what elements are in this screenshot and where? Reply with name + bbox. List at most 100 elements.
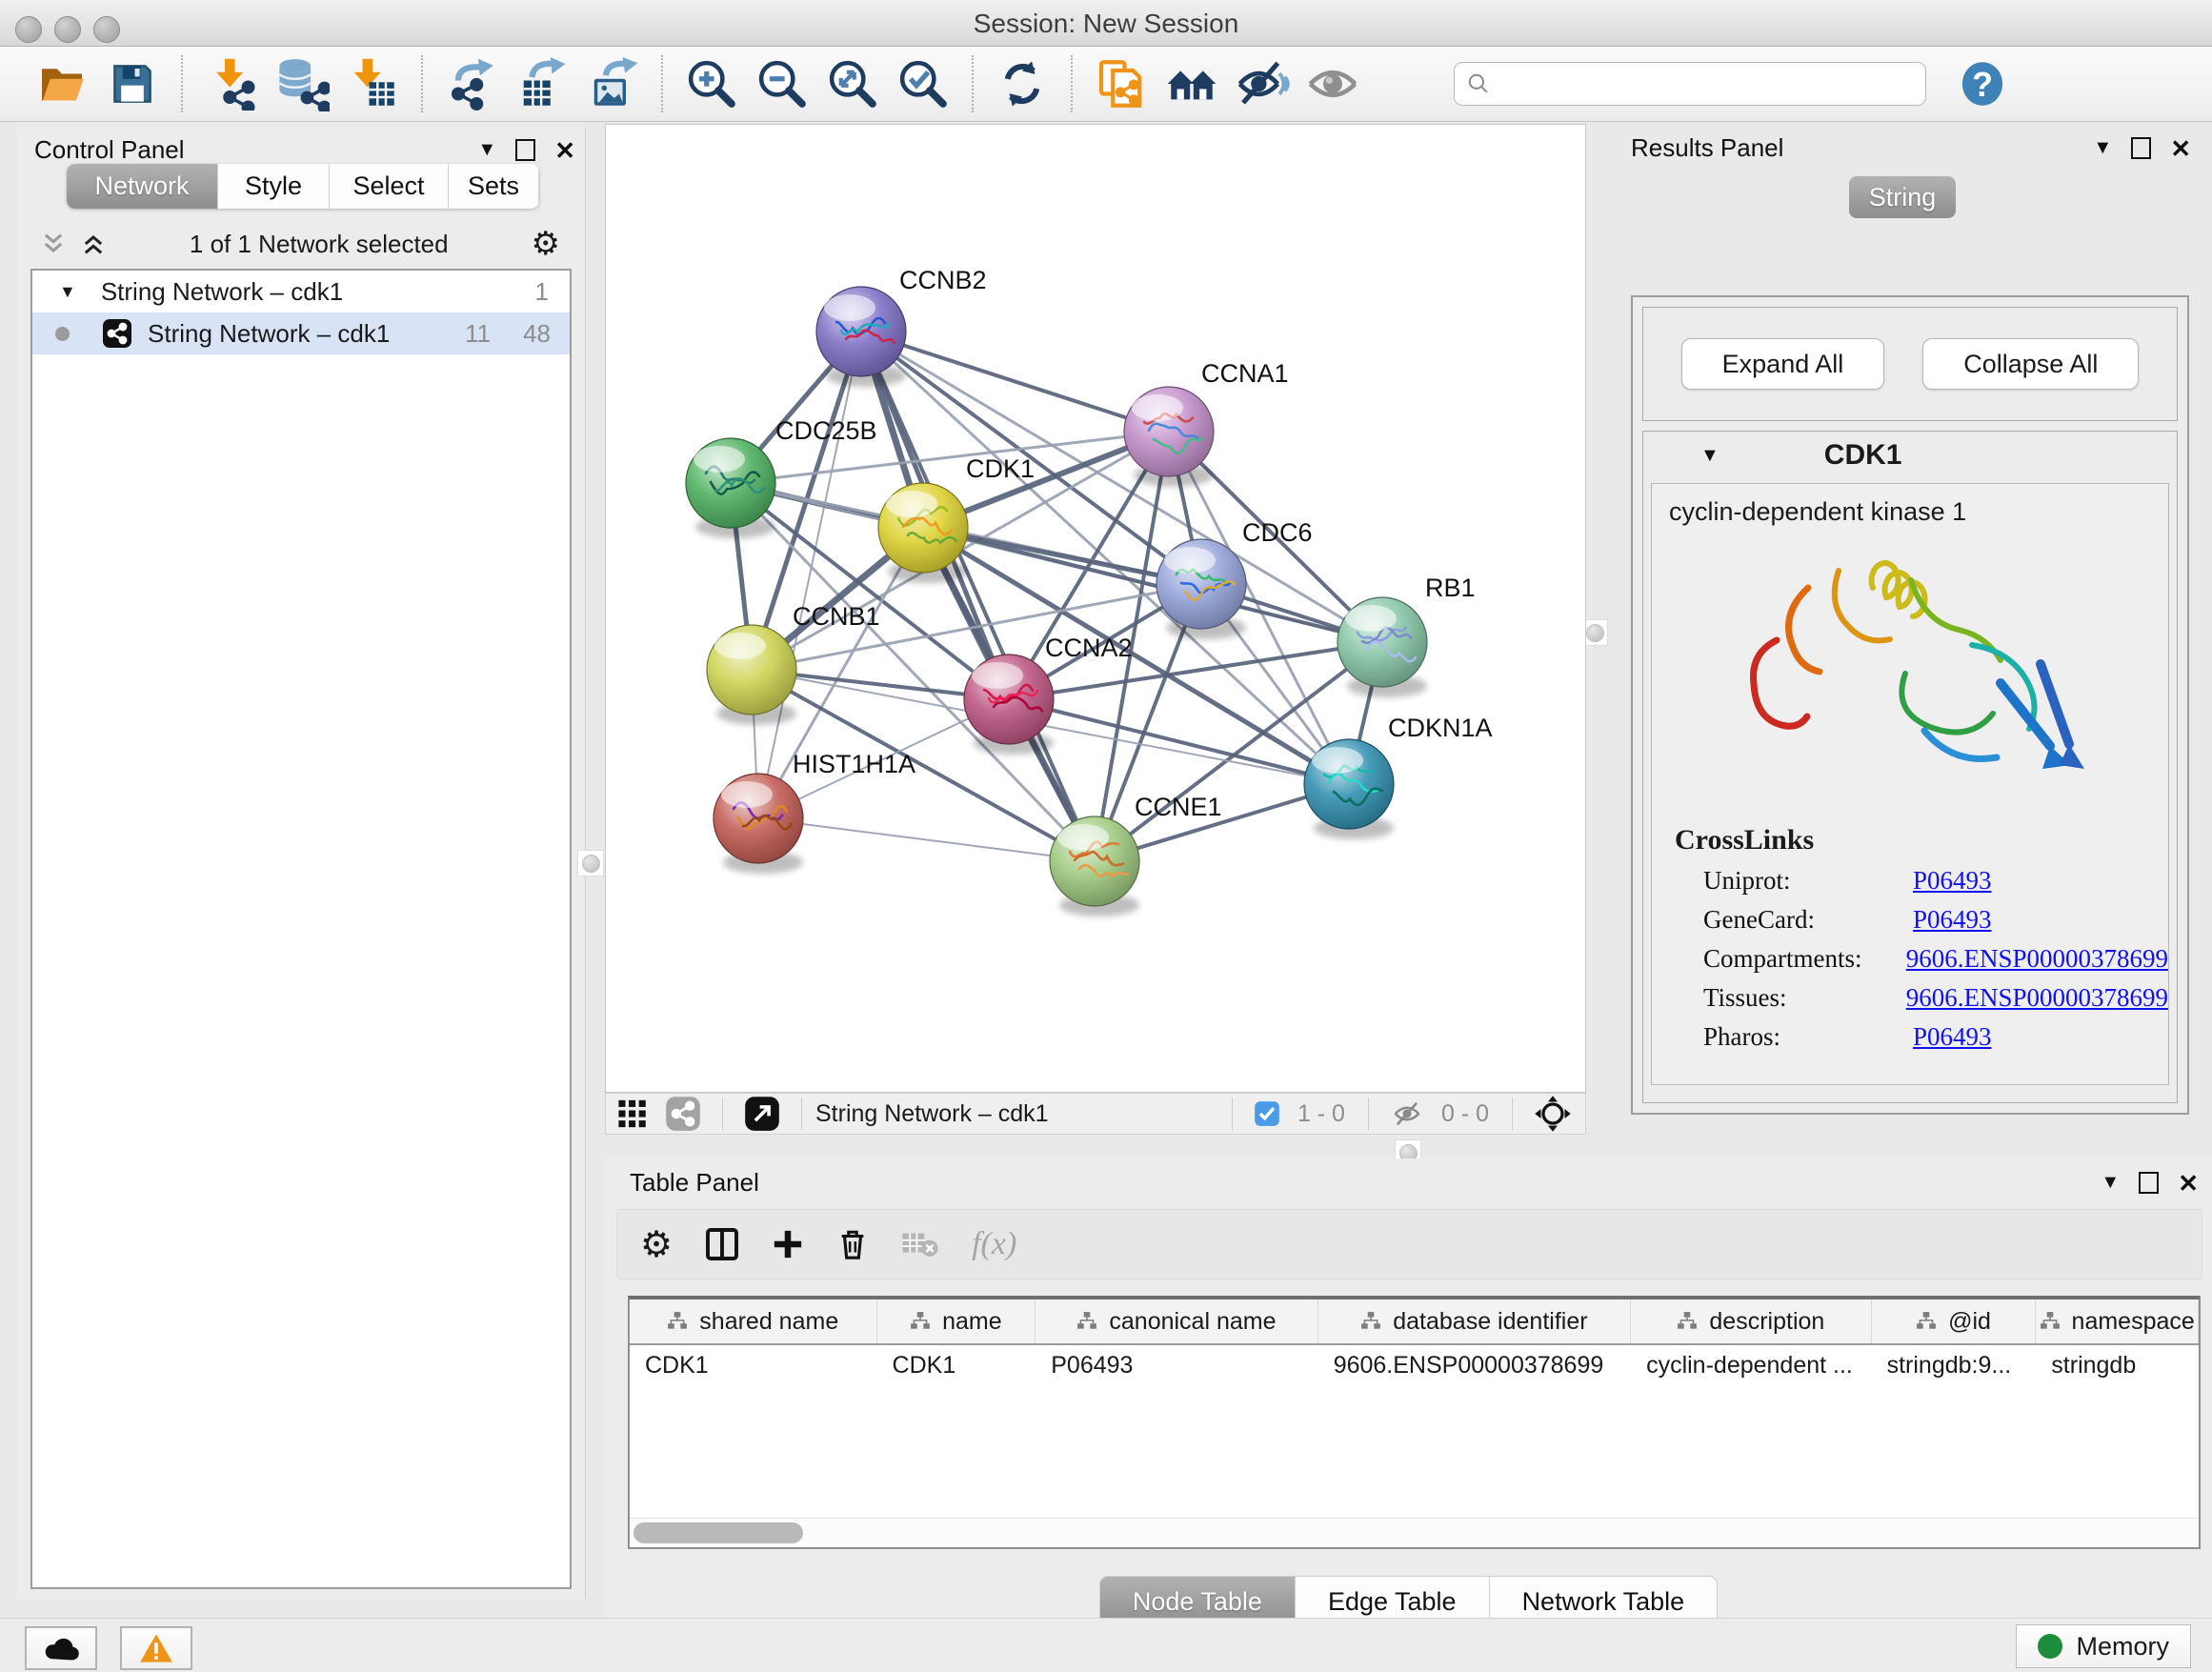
open-session-button[interactable] — [32, 54, 91, 113]
close-panel-icon[interactable]: ✕ — [2178, 1171, 2199, 1196]
float-panel-icon[interactable] — [515, 139, 535, 161]
add-column-plus-icon[interactable] — [772, 1228, 804, 1260]
crosslink-label: Compartments: — [1703, 944, 1906, 974]
home-networks-button[interactable] — [1162, 54, 1221, 113]
column-header-canonical-name[interactable]: canonical name — [1036, 1299, 1317, 1343]
node-label-RB1: RB1 — [1425, 574, 1476, 602]
column-header-name[interactable]: name — [877, 1299, 1036, 1343]
network-row[interactable]: String Network – cdk1 11 48 — [32, 312, 570, 354]
scrollbar-thumb[interactable] — [633, 1522, 803, 1543]
zoom-fit-button[interactable] — [823, 54, 882, 113]
export-table-button[interactable] — [513, 54, 572, 113]
delete-trash-icon[interactable] — [836, 1228, 869, 1260]
database-import-icon — [274, 56, 330, 111]
import-network-from-database-button[interactable] — [272, 54, 332, 113]
column-header-namespace[interactable]: namespace — [2036, 1299, 2199, 1343]
collapse-all-button[interactable]: Collapse All — [1922, 338, 2139, 390]
expand-all-button[interactable]: Expand All — [1681, 338, 1885, 390]
network-collection-row[interactable]: ▼ String Network – cdk1 1 — [32, 271, 570, 312]
table-horizontal-scrollbar[interactable] — [630, 1518, 2199, 1547]
warnings-button[interactable] — [120, 1626, 192, 1670]
table-row[interactable]: CDK1CDK1P064939606.ENSP00000378699cyclin… — [630, 1345, 2199, 1385]
control-panel: Control Panel ▼ ✕ Network Style Select S… — [17, 128, 586, 1599]
network-graph[interactable]: CCNB2CCNA1CDC25BCDK1CDC6RB1CCNB1CCNA2CDK… — [606, 125, 1585, 1092]
tab-network[interactable]: Network — [67, 164, 218, 209]
help-button[interactable]: ? — [1953, 54, 2012, 113]
selected-checkbox-icon[interactable] — [1254, 1100, 1280, 1127]
table-cell[interactable]: CDK1 — [877, 1352, 1036, 1380]
node-label-CDC6: CDC6 — [1242, 518, 1313, 547]
show-all-button[interactable] — [1303, 54, 1362, 113]
crosslink-link[interactable]: P06493 — [1913, 866, 1992, 896]
crosslink-label: GeneCard: — [1703, 905, 1913, 935]
crosslink-link[interactable]: 9606.ENSP00000378699 — [1906, 944, 2168, 974]
panel-menu-icon[interactable]: ▼ — [477, 139, 496, 161]
table-cell[interactable]: stringdb — [2036, 1352, 2199, 1380]
string-share-icon[interactable] — [665, 1096, 701, 1132]
panel-menu-icon[interactable]: ▼ — [2101, 1172, 2120, 1194]
cloud-status-button[interactable] — [25, 1626, 97, 1670]
zoom-in-button[interactable] — [682, 54, 741, 113]
refresh-icon — [996, 58, 1048, 110]
toolbar-search[interactable] — [1454, 62, 1926, 106]
column-header-database-identifier[interactable]: database identifier — [1318, 1299, 1631, 1343]
external-link-icon[interactable] — [744, 1096, 780, 1132]
table-cell[interactable]: P06493 — [1036, 1352, 1317, 1380]
tab-sets[interactable]: Sets — [449, 164, 539, 209]
save-session-button[interactable] — [103, 54, 162, 113]
zoom-out-button[interactable] — [753, 54, 812, 113]
column-header-description[interactable]: description — [1631, 1299, 1872, 1343]
column-header-shared-name[interactable]: shared name — [630, 1299, 877, 1343]
table-cell[interactable]: cyclin-dependent ... — [1631, 1352, 1872, 1380]
tab-style[interactable]: Style — [218, 164, 330, 209]
table-cell[interactable]: 9606.ENSP00000378699 — [1318, 1352, 1631, 1380]
toolbar-separator — [972, 55, 974, 112]
clone-network-button[interactable] — [1092, 54, 1151, 113]
fit-content-crosshair-icon[interactable] — [1534, 1095, 1572, 1133]
search-input[interactable] — [1491, 70, 1914, 98]
left-splitter-handle[interactable] — [577, 850, 604, 876]
svg-text:?: ? — [1972, 66, 1993, 104]
network-options-gear-icon[interactable]: ⚙ — [532, 225, 560, 263]
network-selection-summary: 1 of 1 Network selected — [107, 230, 532, 259]
import-table-button[interactable] — [343, 54, 402, 113]
toolbar-separator — [661, 55, 663, 112]
results-panel-title: Results Panel — [1631, 133, 1783, 163]
import-network-button[interactable] — [202, 54, 261, 113]
main-toolbar: ? — [0, 47, 2212, 122]
export-network-button[interactable] — [442, 54, 501, 113]
gene-collapse-icon[interactable]: ▼ — [1700, 445, 1719, 467]
crosslink-link[interactable]: 9606.ENSP00000378699 — [1906, 983, 2168, 1013]
grid-view-icon[interactable] — [617, 1098, 650, 1130]
network-canvas[interactable]: CCNB2CCNA1CDC25BCDK1CDC6RB1CCNB1CCNA2CDK… — [605, 124, 1586, 1093]
hide-selected-button[interactable] — [1233, 54, 1292, 113]
collapse-all-chevron-icon[interactable] — [40, 231, 67, 257]
table-cell[interactable]: CDK1 — [630, 1352, 877, 1380]
crosslink-link[interactable]: P06493 — [1913, 1022, 1992, 1052]
node-table: shared name name canonical name database… — [628, 1296, 2201, 1549]
memory-button[interactable]: Memory — [2016, 1624, 2191, 1668]
show-columns-icon[interactable] — [705, 1227, 739, 1261]
table-cell[interactable]: stringdb:9... — [1872, 1352, 2037, 1380]
collection-expand-icon[interactable]: ▼ — [59, 282, 76, 302]
float-panel-icon[interactable] — [2131, 137, 2151, 159]
crosslink-label: Tissues: — [1703, 983, 1906, 1013]
panel-menu-icon[interactable]: ▼ — [2093, 137, 2112, 159]
close-panel-icon[interactable]: ✕ — [2170, 136, 2191, 161]
float-panel-icon[interactable] — [2139, 1172, 2159, 1194]
tab-select[interactable]: Select — [330, 164, 449, 209]
table-settings-gear-icon[interactable]: ⚙ — [640, 1223, 673, 1266]
expand-all-chevron-icon[interactable] — [80, 231, 107, 257]
export-image-button[interactable] — [583, 54, 642, 113]
close-panel-icon[interactable]: ✕ — [554, 138, 575, 163]
column-header--id[interactable]: @id — [1872, 1299, 2037, 1343]
refresh-button[interactable] — [993, 54, 1052, 113]
open-folder-icon — [35, 57, 89, 111]
hidden-eye-icon[interactable] — [1390, 1097, 1424, 1131]
network-label: String Network – cdk1 — [148, 319, 390, 349]
zoom-out-icon — [755, 57, 809, 111]
zoom-selected-button[interactable] — [894, 54, 953, 113]
crosslink-link[interactable]: P06493 — [1913, 905, 1992, 935]
tab-string[interactable]: String — [1849, 176, 1956, 218]
node-label-CDKN1A: CDKN1A — [1388, 714, 1493, 742]
